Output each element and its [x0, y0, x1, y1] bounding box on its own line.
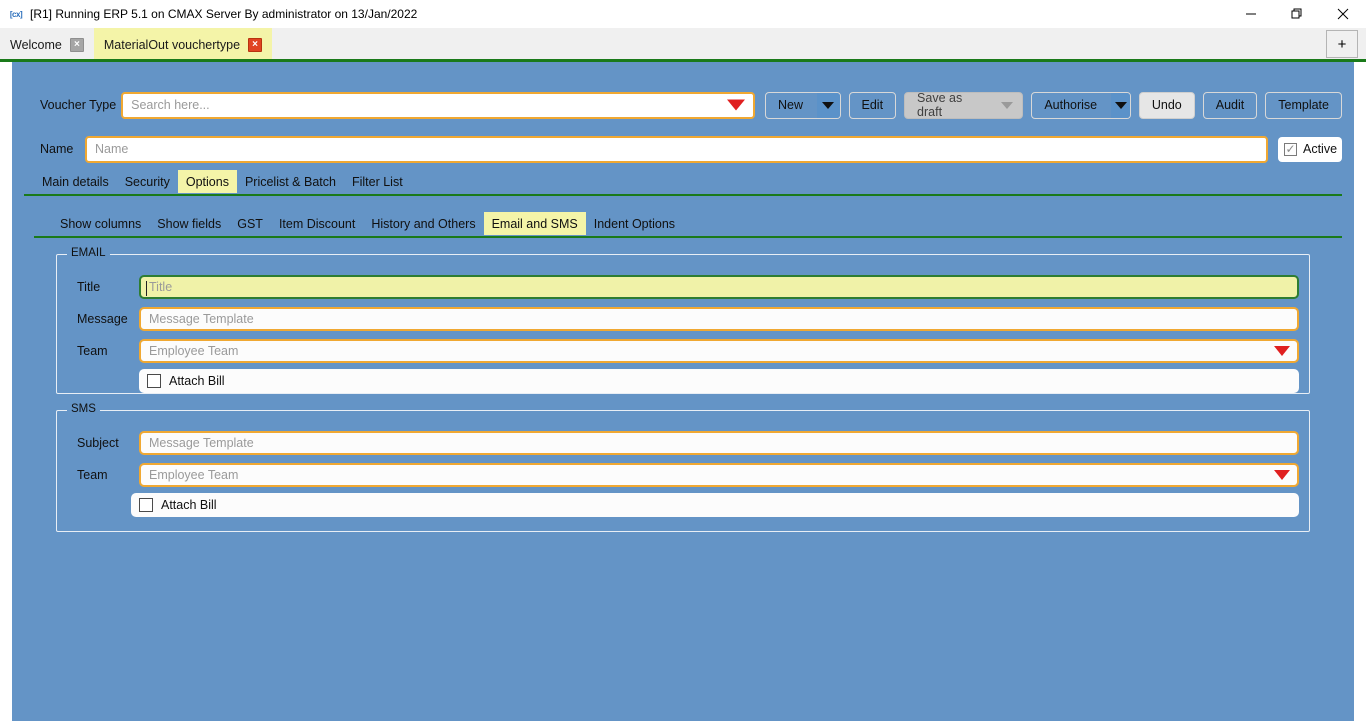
subtab-indent-options[interactable]: Indent Options: [586, 212, 683, 235]
main-tabs-underline: [24, 194, 1342, 196]
restore-icon[interactable]: [1274, 0, 1320, 28]
name-input[interactable]: Name: [85, 136, 1268, 163]
minimize-icon[interactable]: [1228, 0, 1274, 28]
edit-button[interactable]: Edit: [849, 92, 897, 119]
name-placeholder: Name: [95, 142, 128, 156]
sms-attach-bill-label: Attach Bill: [161, 498, 217, 512]
email-message-label: Message: [67, 312, 139, 326]
window-controls: [1228, 0, 1366, 28]
chevron-down-icon: [1115, 102, 1127, 109]
template-button[interactable]: Template: [1265, 92, 1342, 119]
search-placeholder: Search here...: [131, 98, 210, 112]
voucher-type-row: Voucher Type Search here... New Edit Sav…: [40, 90, 1342, 120]
subtab-show-fields[interactable]: Show fields: [149, 212, 229, 235]
sub-tabs-underline: [34, 236, 1342, 238]
sms-subject-placeholder: Message Template: [149, 436, 254, 450]
app-icon: [cx]: [8, 6, 24, 22]
subtab-gst[interactable]: GST: [229, 212, 271, 235]
close-icon[interactable]: [1320, 0, 1366, 28]
window-title: [R1] Running ERP 5.1 on CMAX Server By a…: [30, 7, 417, 21]
subtab-email-and-sms[interactable]: Email and SMS: [484, 212, 586, 235]
sms-group-title: SMS: [67, 403, 100, 415]
chevron-down-icon: [822, 102, 834, 109]
email-title-row: Title Title: [67, 275, 1299, 299]
close-icon[interactable]: ×: [248, 38, 262, 52]
audit-button[interactable]: Audit: [1203, 92, 1258, 119]
tab-filter-list[interactable]: Filter List: [344, 170, 411, 193]
sms-subject-input[interactable]: Message Template: [139, 431, 1299, 455]
sms-team-placeholder: Employee Team: [149, 468, 238, 482]
sms-attach-bill-checkbox[interactable]: [139, 498, 153, 512]
email-team-placeholder: Employee Team: [149, 344, 238, 358]
tab-pricelist-and-batch[interactable]: Pricelist & Batch: [237, 170, 344, 193]
window-titlebar: [cx] [R1] Running ERP 5.1 on CMAX Server…: [0, 0, 1366, 28]
undo-button[interactable]: Undo: [1139, 92, 1195, 119]
new-split-button[interactable]: New: [765, 92, 841, 119]
new-dropdown-toggle[interactable]: [817, 93, 839, 118]
authorise-dropdown-toggle[interactable]: [1111, 93, 1130, 118]
email-message-placeholder: Message Template: [149, 312, 254, 326]
email-team-select[interactable]: Employee Team: [139, 339, 1299, 363]
doc-tab-materialout-vouchertype[interactable]: MaterialOut vouchertype ×: [94, 28, 272, 62]
active-checkbox-row[interactable]: Active: [1278, 137, 1342, 162]
email-groupbox: EMAIL Title Title Message Message Templa…: [56, 254, 1310, 394]
email-title-label: Title: [67, 280, 139, 294]
voucher-type-search-input[interactable]: Search here...: [121, 92, 755, 119]
email-attach-bill-label: Attach Bill: [169, 374, 225, 388]
chevron-down-icon[interactable]: [1274, 470, 1290, 480]
email-message-row: Message Message Template: [67, 307, 1299, 331]
email-group-title: EMAIL: [67, 247, 110, 259]
sms-subject-label: Subject: [67, 436, 139, 450]
add-tab-wrapper: +: [1326, 30, 1358, 58]
add-tab-button[interactable]: +: [1326, 30, 1358, 58]
app-canvas: Voucher Type Search here... New Edit Sav…: [12, 62, 1354, 721]
sms-attach-bill-row[interactable]: Attach Bill: [131, 493, 1299, 517]
email-message-input[interactable]: Message Template: [139, 307, 1299, 331]
email-attach-bill-checkbox[interactable]: [147, 374, 161, 388]
tab-main-details[interactable]: Main details: [34, 170, 117, 193]
chevron-down-icon[interactable]: [727, 100, 745, 111]
email-title-placeholder: Title: [149, 280, 172, 294]
authorise-button-label: Authorise: [1032, 93, 1111, 118]
tab-security[interactable]: Security: [117, 170, 178, 193]
email-title-input[interactable]: Title: [139, 275, 1299, 299]
doc-tab-welcome[interactable]: Welcome ×: [0, 28, 94, 62]
tab-options[interactable]: Options: [178, 170, 237, 193]
sub-tabs: Show columns Show fields GST Item Discou…: [12, 212, 1354, 235]
chevron-down-icon[interactable]: [1274, 346, 1290, 356]
sms-subject-row: Subject Message Template: [67, 431, 1299, 455]
document-tabstrip: Welcome × MaterialOut vouchertype × +: [0, 28, 1366, 62]
subtab-show-columns[interactable]: Show columns: [52, 212, 149, 235]
sms-team-label: Team: [67, 468, 139, 482]
doc-tab-label: MaterialOut vouchertype: [104, 38, 240, 52]
app-body: Voucher Type Search here... New Edit Sav…: [0, 62, 1366, 727]
active-label: Active: [1303, 142, 1337, 156]
authorise-split-button[interactable]: Authorise: [1031, 92, 1131, 119]
subtab-item-discount[interactable]: Item Discount: [271, 212, 363, 235]
text-cursor: [146, 281, 147, 296]
chevron-down-icon: [1001, 102, 1013, 109]
sms-groupbox: SMS Subject Message Template Team Employ…: [56, 410, 1310, 532]
name-row: Name Name Active: [40, 134, 1342, 164]
subtab-history-and-others[interactable]: History and Others: [363, 212, 483, 235]
new-button-label: New: [766, 93, 817, 118]
save-as-draft-split-button: Save as draft: [904, 92, 1023, 119]
email-attach-bill-row[interactable]: Attach Bill: [139, 369, 1299, 393]
email-team-label: Team: [67, 344, 139, 358]
close-icon[interactable]: ×: [70, 38, 84, 52]
sms-team-row: Team Employee Team: [67, 463, 1299, 487]
doc-tab-label: Welcome: [10, 38, 62, 52]
toolbar: New Edit Save as draft Authorise: [765, 92, 1342, 119]
active-checkbox[interactable]: [1284, 143, 1297, 156]
voucher-type-label: Voucher Type: [40, 98, 121, 112]
email-team-row: Team Employee Team: [67, 339, 1299, 363]
sms-team-select[interactable]: Employee Team: [139, 463, 1299, 487]
save-as-draft-label: Save as draft: [905, 93, 992, 118]
save-as-draft-dropdown-toggle: [992, 93, 1022, 118]
name-label: Name: [40, 142, 85, 156]
main-tabs: Main details Security Options Pricelist …: [12, 170, 1354, 193]
